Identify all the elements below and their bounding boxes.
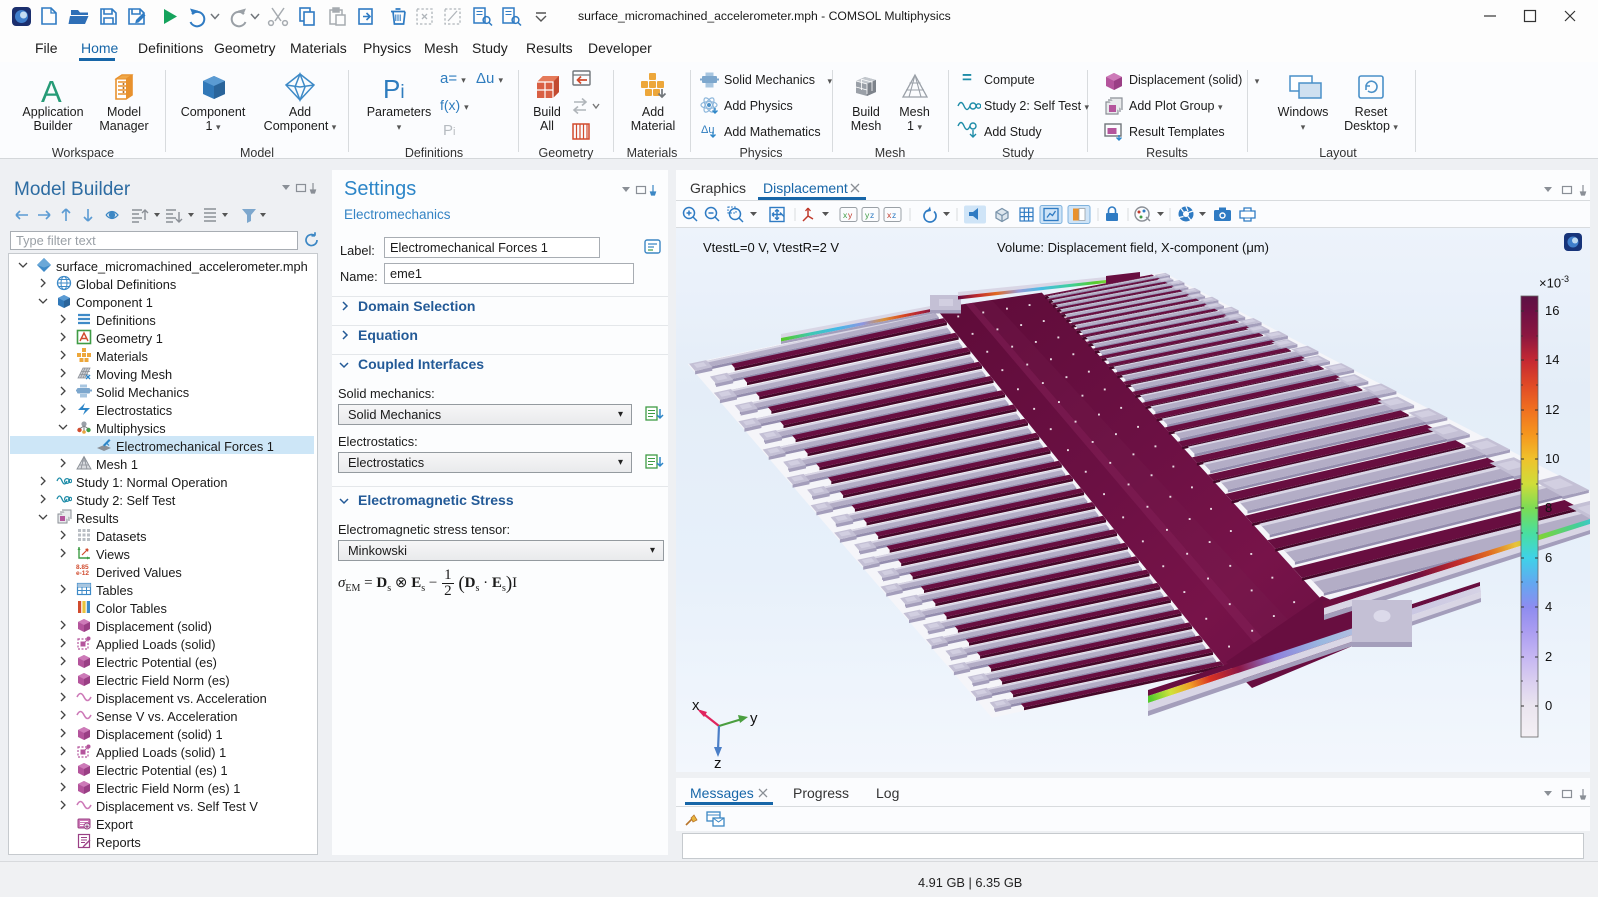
svg-text:y: y: [750, 710, 758, 727]
svg-text:x: x: [692, 698, 700, 714]
svg-text:z: z: [714, 755, 722, 770]
svg-text:z: z: [892, 210, 896, 220]
svg-text:y: y: [848, 210, 853, 220]
svg-text:z: z: [870, 210, 874, 220]
